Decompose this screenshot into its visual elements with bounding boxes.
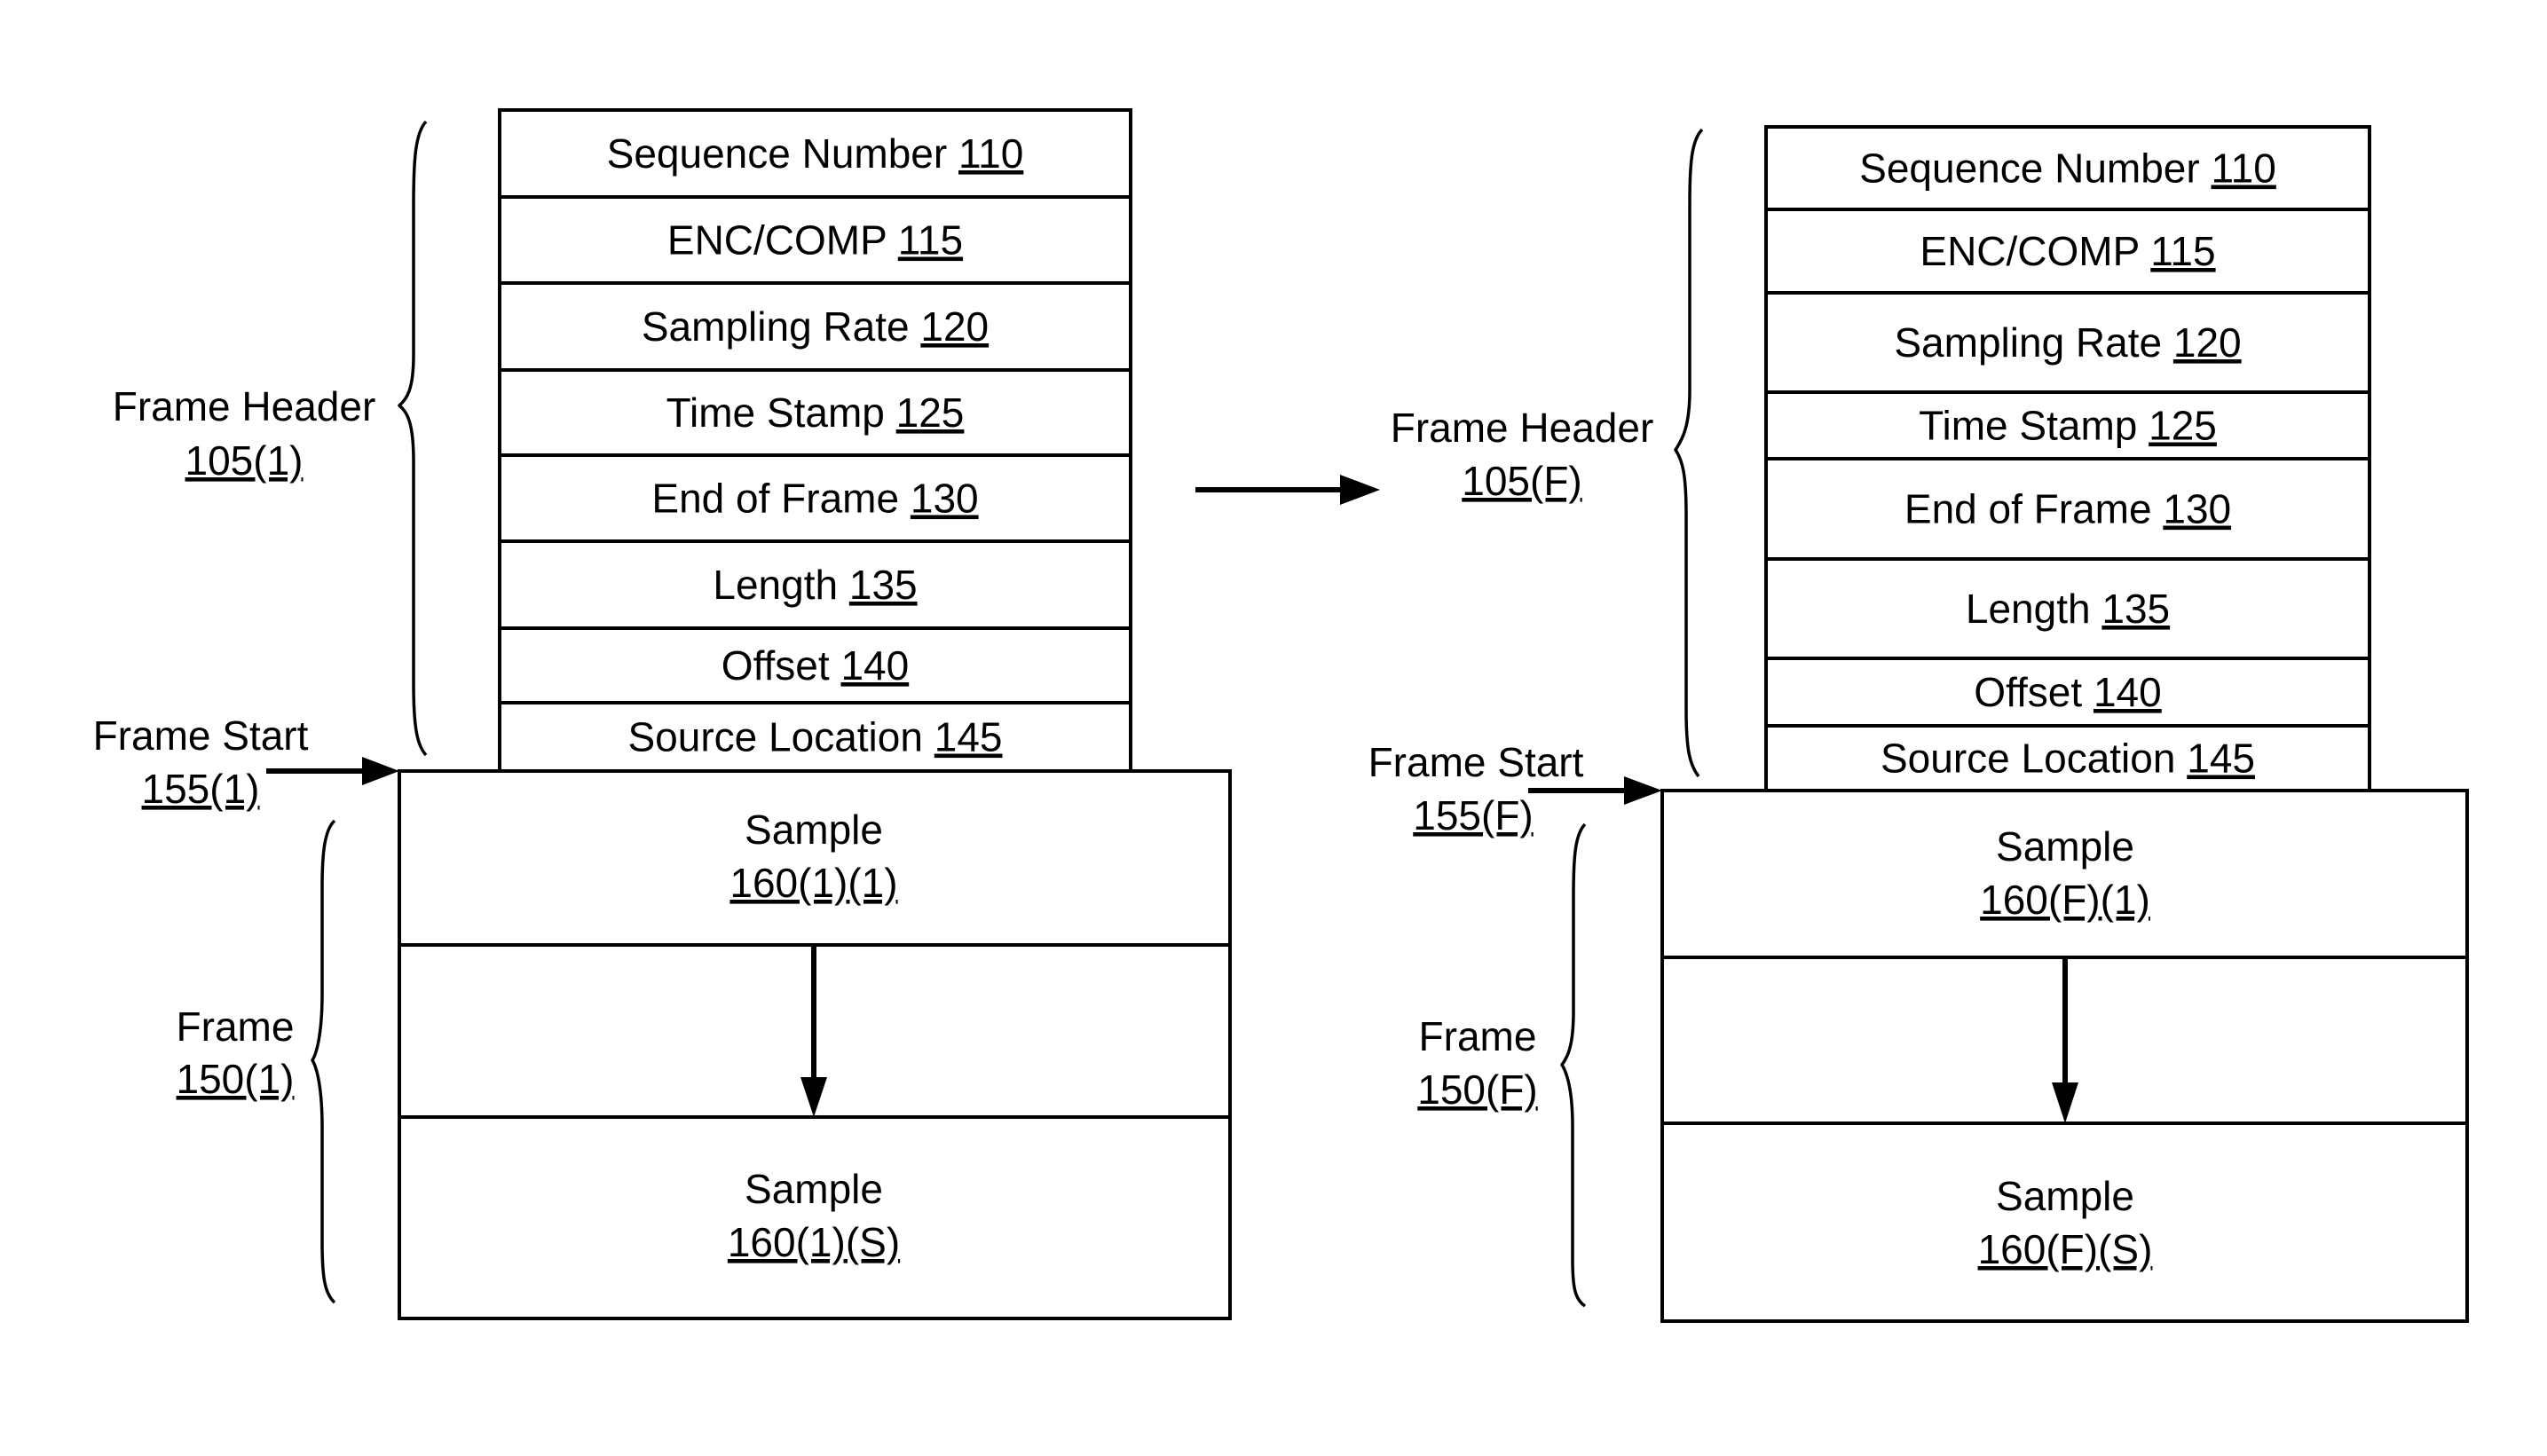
right-header-field-label: Offset 140 [1974,669,2161,715]
field-name: Time Stamp [1919,403,2137,449]
field-ref-number: 135 [2101,586,2170,632]
left-header-field: Sequence Number 110 [498,108,1132,199]
field-name: Sampling Rate [1894,319,2162,366]
left-header-field: Time Stamp 125 [498,368,1132,457]
field-ref-number: 140 [840,642,909,689]
right-frame-start-label: Frame Start [1368,739,1584,785]
field-name: Offset [1974,669,2082,715]
field-ref-number: 120 [2173,319,2242,366]
left-header-field: ENC/COMP 115 [498,195,1132,285]
left-frame-start-arrow [266,757,399,785]
right-header-field: End of Frame 130 [1764,457,2371,561]
right-frame-start-ref: 155(F) [1413,792,1533,838]
left-header-field: Source Location 145 [498,701,1132,773]
frame-structure-diagram: Frame Header 105(1) Sequence Number 110 E… [93,108,2469,1323]
left-header-field-label: Sampling Rate 120 [642,303,989,350]
field-name: End of Frame [1904,486,2152,532]
right-sample-first-label: Sample [1996,823,2134,870]
left-header-field-label: ENC/COMP 115 [667,217,963,264]
field-name: Time Stamp [666,390,885,436]
left-header-field: Sampling Rate 120 [498,281,1132,372]
field-ref-number: 125 [896,390,965,436]
field-ref-number: 125 [2149,403,2217,449]
right-header-field-label: Sampling Rate 120 [1894,319,2241,366]
right-header-box: Sequence Number 110 ENC/COMP 115 Sampling … [1764,125,2371,792]
field-ref-number: 115 [2150,228,2215,274]
left-header-field-label: End of Frame 130 [651,476,978,522]
arrow-right-icon [362,757,399,785]
left-header-field: End of Frame 130 [498,453,1132,543]
left-frame-start-ref: 155(1) [142,766,260,812]
right-header-field-label: Source Location 145 [1881,736,2255,782]
field-ref-number: 140 [2094,669,2162,715]
right-header-field: Sampling Rate 120 [1764,291,2371,394]
left-header-field-label: Source Location 145 [628,714,1003,760]
left-frame-start-label: Frame Start [93,712,309,759]
right-sample-last-label: Sample [1996,1173,2134,1219]
field-name: Sampling Rate [642,303,910,350]
left-header-field-label: Time Stamp 125 [666,390,965,436]
field-name: Length [1966,586,2091,632]
field-ref-number: 110 [958,130,1023,177]
right-header-field: ENC/COMP 115 [1764,208,2371,295]
right-sample-first-ref: 160(F)(1) [1980,877,2150,923]
left-frame-group: Frame Header 105(1) Sequence Number 110 E… [93,108,1232,1320]
field-name: End of Frame [651,476,899,522]
right-frame-header-ref: 105(F) [1462,458,1581,504]
field-ref-number: 120 [920,303,989,350]
left-header-field-label: Sequence Number 110 [607,130,1024,177]
field-ref-number: 145 [934,714,1003,760]
left-header-field: Offset 140 [498,626,1132,704]
right-header-field: Offset 140 [1764,657,2371,728]
right-frame-ref: 150(F) [1417,1066,1537,1113]
field-ref-number: 130 [911,476,979,522]
left-header-field-label: Offset 140 [722,642,909,689]
field-ref-number: 145 [2187,736,2255,782]
field-ref-number: 110 [2212,146,2276,192]
left-header-brace [398,120,428,757]
left-frame-label: Frame [177,1003,295,1050]
right-frame-group: Frame Header 105(F) Sequence Number 110 E… [1368,125,2469,1323]
field-name: ENC/COMP [667,217,887,264]
right-header-field-label: Length 135 [1966,586,2170,632]
field-ref-number: 115 [898,217,963,264]
arrow-right-icon [1624,776,1662,805]
right-frame-label: Frame [1419,1013,1537,1059]
left-frame-header-label: Frame Header [113,383,376,429]
left-frame-brace [311,819,336,1304]
right-header-field-label: End of Frame 130 [1904,486,2231,532]
right-header-field-label: Time Stamp 125 [1919,403,2217,449]
right-header-brace [1674,128,1704,778]
left-frame-ref: 150(1) [177,1056,295,1102]
left-frame-header-ref: 105(1) [185,437,304,484]
field-name: Offset [722,642,830,689]
left-sample-last-ref: 160(1)(S) [728,1219,900,1265]
left-sample-first-ref: 160(1)(1) [729,860,897,906]
field-ref-number: 135 [849,562,918,608]
transition-arrow [1195,475,1380,505]
right-header-field-label: Sequence Number 110 [1859,146,2276,192]
right-header-field: Length 135 [1764,557,2371,660]
right-header-field: Source Location 145 [1764,724,2371,792]
right-header-field: Time Stamp 125 [1764,390,2371,460]
left-header-box: Sequence Number 110 ENC/COMP 115 Sampling … [498,108,1132,773]
left-header-field: Length 135 [498,539,1132,630]
right-frame-brace [1560,822,1587,1308]
field-name: ENC/COMP [1920,228,2139,274]
left-header-field-label: Length 135 [713,562,917,608]
field-ref-number: 130 [2163,486,2231,532]
right-frame-header-label: Frame Header [1391,405,1654,451]
left-sample-first-label: Sample [745,807,883,853]
right-header-field: Sequence Number 110 [1764,125,2371,211]
field-name: Sequence Number [1859,146,2200,192]
field-name: Sequence Number [607,130,948,177]
right-sample-last-ref: 160(F)(S) [1978,1226,2153,1272]
field-name: Source Location [628,714,923,760]
arrow-right-icon [1340,475,1380,505]
field-name: Source Location [1881,736,2175,782]
left-sample-last-label: Sample [745,1166,883,1212]
field-name: Length [713,562,838,608]
right-header-field-label: ENC/COMP 115 [1920,228,2215,274]
